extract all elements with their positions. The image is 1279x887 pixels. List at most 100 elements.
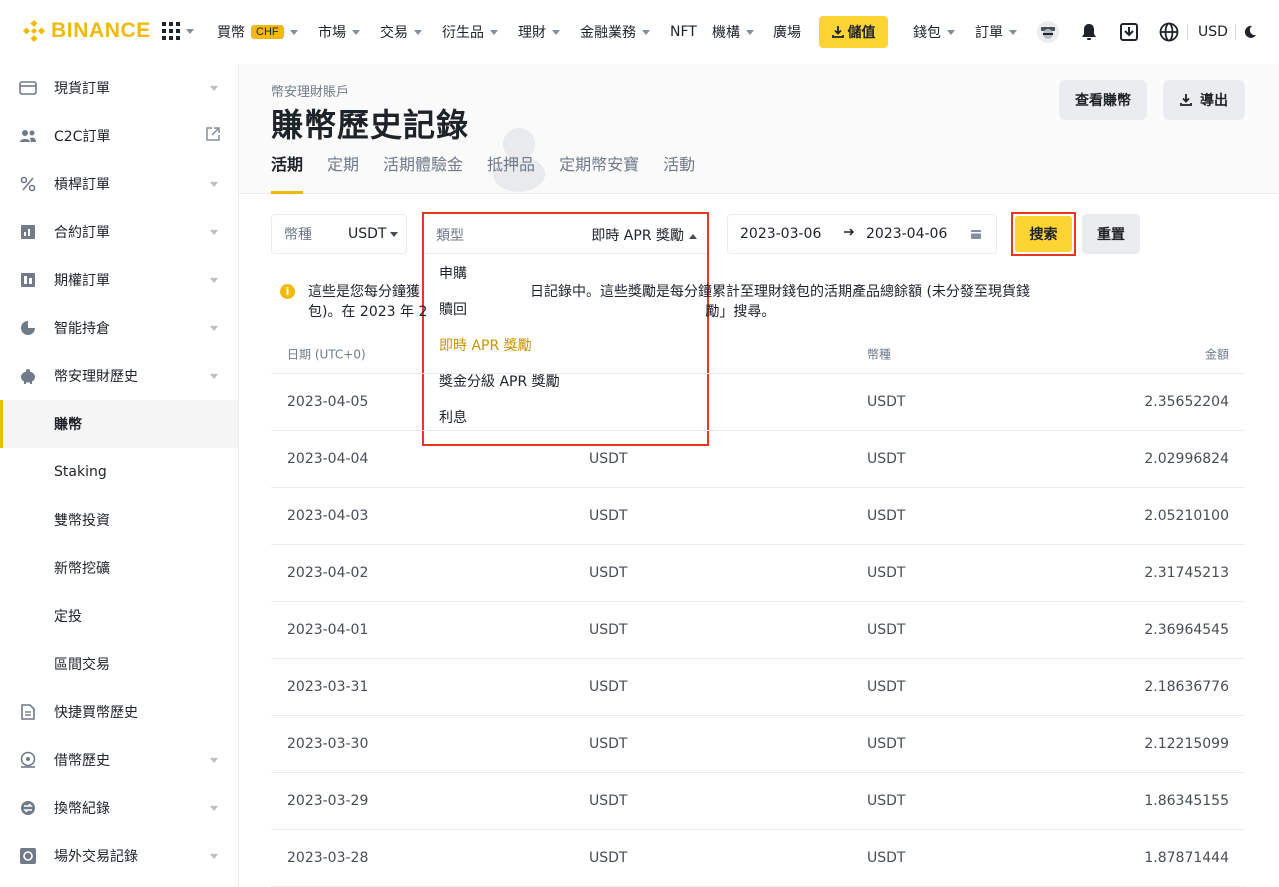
coin-select[interactable]: 幣種 USDT <box>271 214 407 254</box>
nav-square[interactable]: 廣場 <box>773 0 801 64</box>
nav-label: NFT <box>670 24 697 40</box>
chevron-down-icon <box>210 229 218 235</box>
options-icon <box>19 271 37 289</box>
nav-trade[interactable]: 交易 <box>380 0 422 64</box>
sidebar-item-label: 定投 <box>54 609 82 625</box>
sidebar-item-earn[interactable]: 賺幣 <box>0 400 238 448</box>
table-row: 2023-03-28 USDT USDT 1.87871444 <box>271 830 1245 887</box>
sidebar-item-smart-position[interactable]: 智能持倉 <box>0 304 238 352</box>
theme-toggle[interactable] <box>1238 20 1262 44</box>
cell-date: 2023-03-29 <box>287 793 369 809</box>
sidebar-item-convert-history[interactable]: 換幣紀錄 <box>0 784 238 832</box>
cell-asset: USDT <box>589 622 628 638</box>
search-button[interactable]: 搜索 <box>1011 212 1076 256</box>
nav-derivatives[interactable]: 衍生品 <box>442 0 498 64</box>
coin-select-value: USDT <box>348 226 399 242</box>
sidebar-item-staking[interactable]: Staking <box>0 448 238 496</box>
nav-wallet[interactable]: 錢包 <box>913 0 955 64</box>
nav-label: 交易 <box>380 25 408 41</box>
nav-markets[interactable]: 市場 <box>318 0 360 64</box>
cell-coin: USDT <box>867 679 906 695</box>
sidebar-item-label: 雙幣投資 <box>54 513 110 529</box>
sidebar-item-launchpool[interactable]: 新幣挖礦 <box>0 544 238 592</box>
cell-date: 2023-04-04 <box>287 451 369 467</box>
grid-icon <box>162 22 180 40</box>
sidebar-item-label: C2C訂單 <box>54 129 111 145</box>
sidebar-item-c2c-orders[interactable]: C2C訂單 <box>0 112 238 160</box>
sidebar-item-futures-orders[interactable]: 合約訂單 <box>0 208 238 256</box>
notice-text-part: 勵」搜尋。 <box>705 304 776 320</box>
divider <box>1235 24 1236 40</box>
info-icon: i <box>280 284 295 299</box>
sidebar-item-spot-orders[interactable]: 現貨訂單 <box>0 64 238 112</box>
globe-icon <box>1159 22 1179 42</box>
cell-asset: USDT <box>589 793 628 809</box>
tab-locked[interactable]: 定期 <box>327 156 359 194</box>
sidebar-item-label: 新幣挖礦 <box>54 561 110 577</box>
chevron-down-icon <box>414 29 422 35</box>
nav-orders[interactable]: 訂單 <box>975 0 1017 64</box>
sidebar-item-quick-buy-history[interactable]: 快捷買幣歷史 <box>0 688 238 736</box>
deposit-button[interactable]: 儲值 <box>819 16 888 48</box>
nav-label: 金融業務 <box>580 25 636 41</box>
tab-locked-savings[interactable]: 定期幣安寶 <box>559 156 639 194</box>
cell-date: 2023-04-02 <box>287 565 369 581</box>
sidebar-item-otc-history[interactable]: 場外交易記錄 <box>0 832 238 880</box>
avatar[interactable] <box>1036 20 1060 44</box>
cell-amount: 2.02996824 <box>1144 451 1229 467</box>
language-button[interactable] <box>1157 20 1181 44</box>
apps-menu[interactable] <box>162 22 194 40</box>
notifications-button[interactable] <box>1077 20 1101 44</box>
sidebar-item-label: 合約訂單 <box>54 225 110 241</box>
percent-icon <box>19 175 37 193</box>
date-from[interactable]: 2023-03-06 <box>740 226 821 242</box>
chevron-down-icon <box>210 757 218 763</box>
chevron-down-icon <box>186 28 194 34</box>
chevron-down-icon <box>947 29 955 35</box>
sidebar-item-label: 區間交易 <box>54 657 110 673</box>
date-to[interactable]: 2023-04-06 <box>866 226 947 242</box>
calendar-icon <box>970 228 982 244</box>
type-select-trigger[interactable]: 類型 即時 APR 獎勵 <box>424 214 707 254</box>
download-app-button[interactable] <box>1117 20 1141 44</box>
sidebar-item-margin-orders[interactable]: 槓桿訂單 <box>0 160 238 208</box>
page-header: 幣安理財賬戶 賺幣歷史記錄 查看賺幣 導出 活期 定期 活期體驗金 抵押品 定期… <box>239 64 1279 194</box>
tab-bar: 活期 定期 活期體驗金 抵押品 定期幣安寶 活動 <box>271 156 719 194</box>
nav-buy-crypto[interactable]: 買幣 CHF <box>217 0 298 64</box>
cell-coin: USDT <box>867 508 906 524</box>
sidebar-item-range-trading[interactable]: 區間交易 <box>0 640 238 688</box>
binance-logo[interactable]: BINANCE <box>22 19 151 43</box>
nav-label: 廣場 <box>773 25 801 41</box>
sidebar-item-earn-history[interactable]: 幣安理財歷史 <box>0 352 238 400</box>
button-label: 查看賺幣 <box>1075 93 1131 109</box>
reset-button[interactable]: 重置 <box>1082 214 1140 254</box>
notice-text: 這些是您每分鐘獲 日記錄中。這些獎勵是每分鐘累計至理財錢包的活期產品總餘額 (未分… <box>308 282 1218 322</box>
export-button[interactable]: 導出 <box>1163 80 1245 120</box>
cell-coin: USDT <box>867 451 906 467</box>
chevron-down-icon <box>210 373 218 379</box>
chevron-down-icon <box>490 29 498 35</box>
sidebar-item-auto-invest[interactable]: 定投 <box>0 592 238 640</box>
top-navigation-bar: BINANCE 買幣 CHF 市場 交易 衍生品 理財 金融業務 NFT 機構 … <box>0 0 1279 64</box>
tab-collateral[interactable]: 抵押品 <box>487 156 535 194</box>
view-earn-button[interactable]: 查看賺幣 <box>1059 80 1147 120</box>
tab-flexible-trial[interactable]: 活期體驗金 <box>383 156 463 194</box>
currency-selector[interactable]: USD <box>1198 0 1228 64</box>
sidebar-item-loan-history[interactable]: 借幣歷史 <box>0 736 238 784</box>
tab-activity[interactable]: 活動 <box>663 156 695 194</box>
date-range-picker[interactable]: 2023-03-06 2023-04-06 <box>727 214 997 254</box>
sidebar-item-options-orders[interactable]: 期權訂單 <box>0 256 238 304</box>
sidebar-item-dual-investment[interactable]: 雙幣投資 <box>0 496 238 544</box>
nav-nft[interactable]: NFT <box>670 0 697 64</box>
type-select-value: 即時 APR 獎勵 <box>591 225 697 245</box>
page-title: 賺幣歷史記錄 <box>271 106 470 144</box>
cell-amount: 1.87871444 <box>1144 850 1229 866</box>
nav-finance[interactable]: 金融業務 <box>580 0 650 64</box>
people-icon <box>19 127 37 145</box>
tab-flexible[interactable]: 活期 <box>271 156 304 194</box>
nav-earn[interactable]: 理財 <box>518 0 560 64</box>
nav-institutional[interactable]: 機構 <box>712 0 754 64</box>
breadcrumb[interactable]: 幣安理財賬戶 <box>271 81 349 100</box>
chevron-down-icon <box>642 29 650 35</box>
bell-icon <box>1082 24 1096 40</box>
